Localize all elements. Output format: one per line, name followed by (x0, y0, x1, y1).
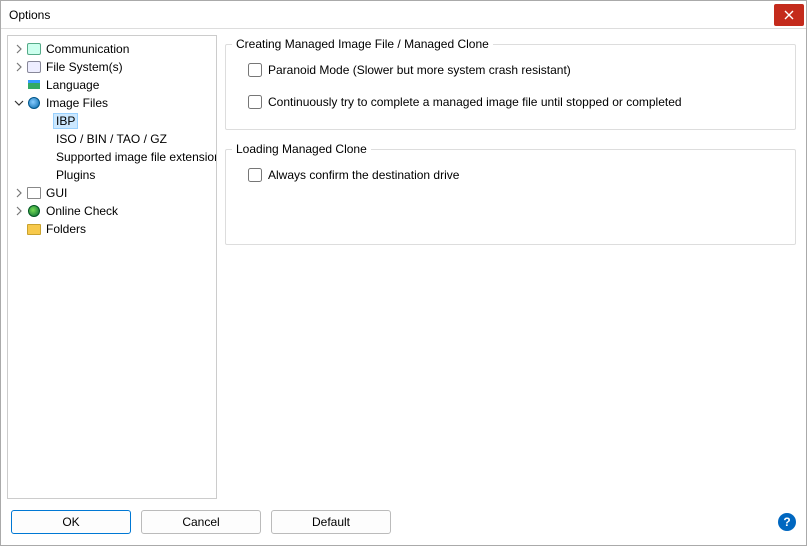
tree-label: Language (44, 78, 101, 92)
tree-item-supported-ext[interactable]: Supported image file extension (10, 148, 217, 166)
group-loading-managed: Loading Managed Clone Always confirm the… (225, 142, 796, 245)
flag-icon (26, 77, 42, 93)
chevron-down-icon (12, 96, 26, 110)
paranoid-mode-row[interactable]: Paranoid Mode (Slower but more system cr… (248, 63, 789, 77)
paranoid-mode-checkbox[interactable] (248, 63, 262, 77)
tree-label: Folders (44, 222, 88, 236)
tree-item-ibp[interactable]: IBP (10, 112, 217, 130)
group-legend: Creating Managed Image File / Managed Cl… (232, 37, 493, 51)
help-icon: ? (783, 515, 790, 529)
tree-label: GUI (44, 186, 69, 200)
tree-item-language[interactable]: Language (10, 76, 217, 94)
chevron-right-icon (12, 42, 26, 56)
tree-item-communication[interactable]: Communication (10, 40, 217, 58)
window-icon (26, 185, 42, 201)
tree-label: IBP (54, 114, 77, 128)
tree-label: Communication (44, 42, 131, 56)
tree-label: Plugins (54, 168, 97, 182)
tree-item-gui[interactable]: GUI (10, 184, 217, 202)
retry-until-complete-label: Continuously try to complete a managed i… (268, 95, 682, 109)
cancel-button[interactable]: Cancel (141, 510, 261, 534)
tree-label: Supported image file extension (54, 150, 217, 164)
tree-label: Image Files (44, 96, 110, 110)
confirm-destination-label: Always confirm the destination drive (268, 168, 459, 182)
retry-until-complete-checkbox[interactable] (248, 95, 262, 109)
chevron-spacer (40, 168, 54, 182)
chevron-spacer (12, 222, 26, 236)
chevron-spacer (40, 132, 54, 146)
tree-label: ISO / BIN / TAO / GZ (54, 132, 169, 146)
tree-item-iso-bin-tao-gz[interactable]: ISO / BIN / TAO / GZ (10, 130, 217, 148)
default-button[interactable]: Default (271, 510, 391, 534)
disc-icon (26, 95, 42, 111)
paranoid-mode-label: Paranoid Mode (Slower but more system cr… (268, 63, 571, 77)
communication-icon (26, 41, 42, 57)
dialog-body: Communication File System(s) Language Im… (1, 29, 806, 505)
confirm-destination-checkbox[interactable] (248, 168, 262, 182)
help-button[interactable]: ? (778, 513, 796, 531)
ok-button[interactable]: OK (11, 510, 131, 534)
chevron-right-icon (12, 60, 26, 74)
close-button[interactable] (774, 4, 804, 26)
tree-item-online-check[interactable]: Online Check (10, 202, 217, 220)
options-tree[interactable]: Communication File System(s) Language Im… (7, 35, 217, 499)
tree-item-folders[interactable]: Folders (10, 220, 217, 238)
titlebar: Options (1, 1, 806, 29)
drive-icon (26, 59, 42, 75)
chevron-spacer (40, 150, 54, 164)
content-pane: Creating Managed Image File / Managed Cl… (223, 35, 800, 499)
tree-item-plugins[interactable]: Plugins (10, 166, 217, 184)
chevron-right-icon (12, 186, 26, 200)
chevron-right-icon (12, 204, 26, 218)
retry-until-complete-row[interactable]: Continuously try to complete a managed i… (248, 95, 789, 109)
chevron-spacer (40, 114, 54, 128)
window-title: Options (9, 8, 774, 22)
folder-icon (26, 221, 42, 237)
globe-icon (26, 203, 42, 219)
tree-item-image-files[interactable]: Image Files (10, 94, 217, 112)
group-creating-managed: Creating Managed Image File / Managed Cl… (225, 37, 796, 130)
tree-label: Online Check (44, 204, 120, 218)
chevron-spacer (12, 78, 26, 92)
close-icon (784, 10, 794, 20)
footer: OK Cancel Default ? (1, 505, 806, 545)
tree-label: File System(s) (44, 60, 125, 74)
tree-item-filesystems[interactable]: File System(s) (10, 58, 217, 76)
group-legend: Loading Managed Clone (232, 142, 371, 156)
confirm-destination-row[interactable]: Always confirm the destination drive (248, 168, 789, 182)
